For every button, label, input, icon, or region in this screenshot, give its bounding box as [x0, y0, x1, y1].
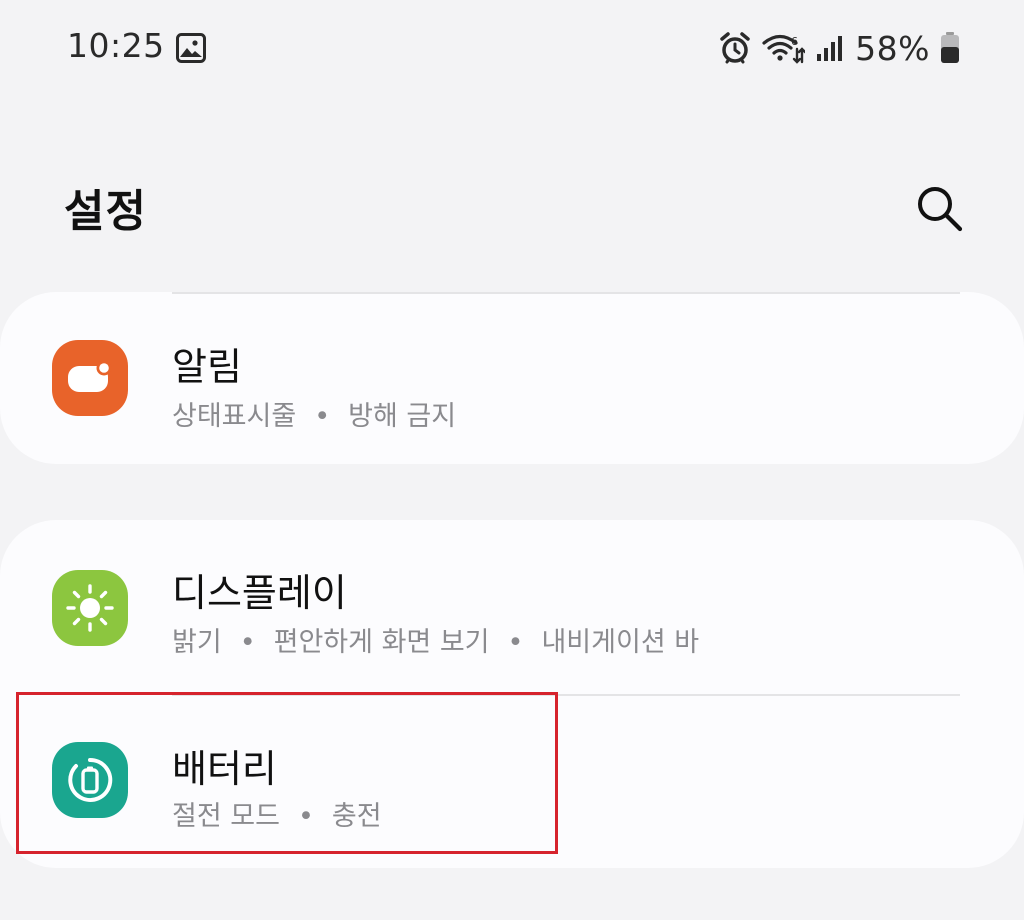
battery-care-icon [52, 742, 128, 818]
settings-item-title: 알림 [172, 345, 242, 389]
search-icon[interactable] [912, 181, 966, 235]
settings-item-battery[interactable]: 배터리 절전 모드 • 충전 [0, 696, 1024, 868]
battery-icon [940, 32, 960, 64]
battery-percent: 58% [855, 28, 930, 68]
svg-text:6: 6 [791, 35, 798, 48]
signal-icon [815, 33, 845, 63]
status-icons: 6 58% [719, 26, 960, 70]
settings-item-notifications[interactable]: 알림 상태표시줄 • 방해 금지 [0, 292, 1024, 464]
settings-item-subtitle: 밝기 • 편안하게 화면 보기 • 내비게이션 바 [172, 627, 700, 658]
gallery-icon [176, 33, 206, 63]
settings-item-subtitle: 상태표시줄 • 방해 금지 [172, 401, 457, 432]
wifi-icon: 6 [761, 31, 806, 65]
settings-item-title: 배터리 [172, 747, 277, 791]
page-title: 설정 [64, 186, 147, 237]
settings-item-title: 디스플레이 [172, 571, 347, 615]
settings-item-subtitle: 절전 모드 • 충전 [172, 801, 382, 832]
display-sun-icon [52, 570, 128, 646]
status-time: 10:25 [67, 26, 165, 65]
status-bar: 10:25 6 58% [0, 0, 1024, 96]
notifications-icon [52, 340, 128, 416]
settings-item-display[interactable]: 디스플레이 밝기 • 편안하게 화면 보기 • 내비게이션 바 [0, 520, 1024, 694]
alarm-icon [719, 31, 751, 65]
